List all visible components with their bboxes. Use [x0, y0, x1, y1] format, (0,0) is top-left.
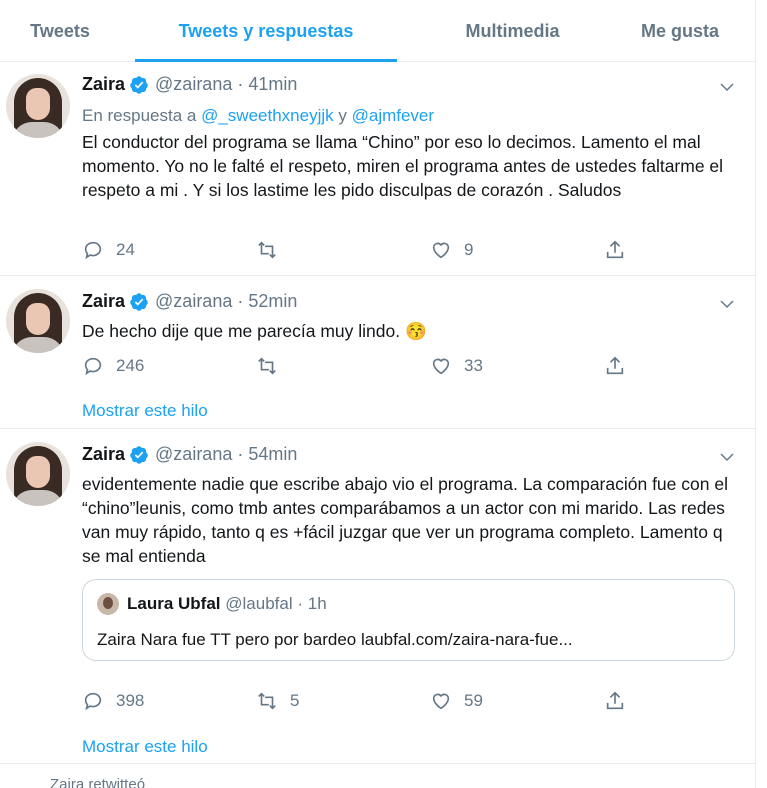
reply-mention-link[interactable]: @_sweethxneyjjk: [201, 106, 334, 125]
reply-button[interactable]: 246: [82, 355, 144, 377]
heart-icon: [432, 242, 450, 259]
show-thread-link[interactable]: Mostrar este hilo: [82, 401, 208, 421]
author-name[interactable]: Zaira: [82, 444, 125, 465]
separator-dot: ·: [237, 291, 244, 311]
verified-badge-icon: [129, 445, 149, 465]
tab-me-gusta[interactable]: Me gusta: [605, 0, 755, 62]
tweet-text: El conductor del programa se llama “Chin…: [82, 132, 724, 200]
column-border: [755, 0, 756, 788]
like-button[interactable]: 33: [430, 355, 483, 377]
tweet[interactable]: Zaira @zairana · 52min De hecho dije que…: [0, 277, 755, 429]
reply-icon: [84, 692, 102, 711]
quoted-tweet-text: Zaira Nara fue TT pero por bardeo laubfa…: [97, 630, 573, 649]
author-name[interactable]: Zaira: [82, 291, 125, 312]
heart-icon: [432, 358, 450, 375]
tab-tweets[interactable]: Tweets: [0, 0, 120, 62]
show-thread-link[interactable]: Mostrar este hilo: [82, 737, 208, 757]
retweet-icon: [258, 241, 276, 259]
retweet-icon: [258, 692, 276, 710]
share-button[interactable]: [604, 355, 638, 377]
tweet-actions: 24 9: [82, 239, 642, 263]
retweet-button[interactable]: [256, 239, 290, 261]
author-name[interactable]: Zaira: [82, 74, 125, 95]
retweet-button[interactable]: 5: [256, 690, 299, 712]
retweet-icon: [258, 357, 276, 375]
reply-joiner: y: [338, 106, 347, 125]
like-count: 59: [464, 691, 483, 710]
tab-multimedia[interactable]: Multimedia: [420, 0, 605, 62]
reply-button[interactable]: 398: [82, 690, 144, 712]
reply-button[interactable]: 24: [82, 239, 135, 261]
retweet-button[interactable]: [256, 355, 290, 377]
reply-mention-link[interactable]: @ajmfever: [352, 106, 434, 125]
reply-prefix: En respuesta a: [82, 106, 197, 125]
heart-icon: [432, 693, 450, 710]
share-icon: [606, 691, 624, 710]
tab-tweets-y-respuestas[interactable]: Tweets y respuestas: [135, 0, 397, 62]
profile-tabs: Tweets Tweets y respuestas Multimedia Me…: [0, 0, 755, 62]
reply-count: 246: [116, 356, 145, 375]
quoted-author-name[interactable]: Laura Ubfal: [127, 594, 221, 613]
like-count: 9: [464, 240, 474, 259]
like-count: 33: [464, 356, 483, 375]
tweet-actions: 246 33: [82, 355, 642, 379]
retweet-context-text: Zaira retwitteó: [50, 776, 146, 788]
tweet-time[interactable]: 41min: [248, 74, 297, 95]
retweet-context: Zaira retwitteó: [50, 776, 145, 788]
chevron-down-icon[interactable]: [718, 295, 736, 313]
avatar[interactable]: [6, 442, 70, 506]
author-handle[interactable]: @zairana: [155, 444, 232, 465]
avatar[interactable]: [6, 289, 70, 353]
reply-icon: [84, 241, 102, 260]
verified-badge-icon: [129, 75, 149, 95]
separator-dot: ·: [237, 444, 244, 464]
tweet-header: Zaira @zairana · 41min: [82, 74, 297, 95]
chevron-down-icon[interactable]: [718, 78, 736, 96]
reply-context: En respuesta a @_sweethxneyjjk y @ajmfev…: [82, 106, 434, 126]
tweet-time[interactable]: 52min: [248, 291, 297, 312]
share-icon: [606, 240, 624, 259]
author-handle[interactable]: @zairana: [155, 291, 232, 312]
separator-dot: ·: [297, 594, 304, 613]
tweet-text: De hecho dije que me parecía muy lindo. …: [82, 321, 427, 341]
reply-count: 398: [116, 691, 145, 710]
reply-icon: [84, 357, 102, 376]
chevron-down-icon[interactable]: [718, 448, 736, 466]
tweet[interactable]: Zaira @zairana · 41min En respuesta a @_…: [0, 62, 755, 276]
tweet-actions: 398 5 59: [82, 690, 642, 714]
quoted-author-handle[interactable]: @laubfal: [225, 594, 292, 613]
reply-count: 24: [116, 240, 135, 259]
quoted-avatar[interactable]: [97, 593, 119, 615]
like-button[interactable]: 9: [430, 239, 473, 261]
tweet-time[interactable]: 54min: [248, 444, 297, 465]
quoted-tweet-time: 1h: [307, 594, 327, 613]
retweet-count: 5: [290, 691, 300, 710]
tweet[interactable]: Zaira @zairana · 54min evidentemente nad…: [0, 430, 755, 764]
tweet-text: evidentemente nadie que escribe abajo vi…: [82, 474, 728, 566]
quoted-tweet-header: Laura Ubfal @laubfal · 1h: [127, 594, 327, 614]
author-handle[interactable]: @zairana: [155, 74, 232, 95]
avatar[interactable]: [6, 74, 70, 138]
quoted-tweet-card[interactable]: Laura Ubfal @laubfal · 1h Zaira Nara fue…: [82, 579, 735, 661]
share-icon: [606, 356, 624, 375]
like-button[interactable]: 59: [430, 690, 483, 712]
verified-badge-icon: [129, 292, 149, 312]
tweet-header: Zaira @zairana · 52min: [82, 291, 297, 312]
separator-dot: ·: [237, 74, 244, 94]
tweet-header: Zaira @zairana · 54min: [82, 444, 297, 465]
share-button[interactable]: [604, 239, 638, 261]
share-button[interactable]: [604, 690, 638, 712]
